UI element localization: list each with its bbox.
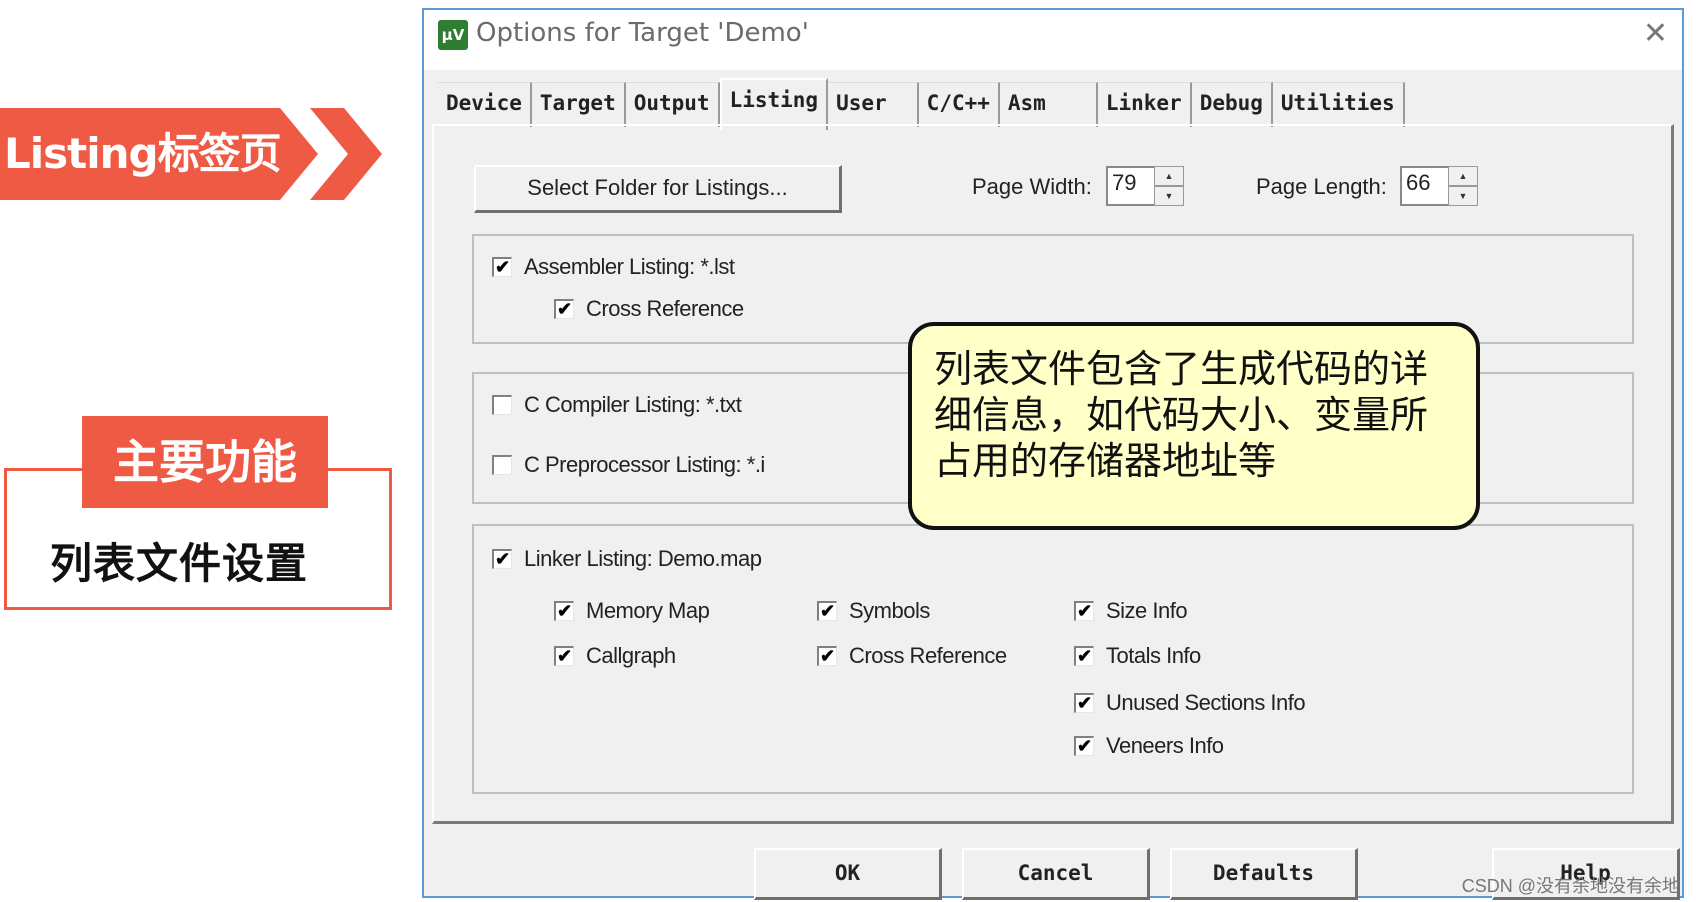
- tab-user[interactable]: User: [828, 82, 919, 127]
- ok-button[interactable]: OK: [754, 848, 942, 900]
- unused-sections-info-checkbox[interactable]: ✔ Unused Sections Info: [1074, 690, 1306, 716]
- tab-linker[interactable]: Linker: [1097, 82, 1192, 127]
- tab-asm[interactable]: Asm: [999, 82, 1098, 127]
- page-width-up-icon[interactable]: ▲: [1154, 166, 1184, 186]
- defaults-button[interactable]: Defaults: [1170, 848, 1358, 900]
- c-preprocessor-listing-label: C Preprocessor Listing: *.i: [524, 452, 765, 477]
- check-icon[interactable]: ✔: [554, 646, 574, 666]
- tab-listing[interactable]: Listing: [719, 78, 829, 130]
- c-preprocessor-listing-checkbox[interactable]: C Preprocessor Listing: *.i: [492, 452, 765, 478]
- page-width-label: Page Width:: [972, 174, 1092, 199]
- callgraph-label: Callgraph: [586, 643, 676, 668]
- totals-info-checkbox[interactable]: ✔ Totals Info: [1074, 643, 1201, 669]
- watermark: CSDN @没有余地没有余地: [1461, 876, 1680, 896]
- page-width-stepper: ▲ ▼: [1154, 166, 1184, 206]
- assembler-listing-checkbox[interactable]: ✔ Assembler Listing: *.lst: [492, 254, 735, 280]
- page-length-label: Page Length:: [1256, 174, 1387, 199]
- assembler-cross-reference-label: Cross Reference: [586, 296, 744, 321]
- linker-listing-checkbox[interactable]: ✔ Linker Listing: Demo.map: [492, 546, 762, 572]
- check-icon[interactable]: ✔: [492, 549, 512, 569]
- linker-listing-label: Linker Listing: Demo.map: [524, 546, 762, 571]
- check-icon[interactable]: ✔: [1074, 646, 1094, 666]
- symbols-checkbox[interactable]: ✔ Symbols: [817, 598, 930, 624]
- check-icon[interactable]: ✔: [554, 601, 574, 621]
- veneers-info-label: Veneers Info: [1106, 733, 1224, 758]
- tab-device[interactable]: Device: [438, 82, 532, 127]
- assembler-cross-reference-checkbox[interactable]: ✔ Cross Reference: [554, 296, 744, 322]
- select-folder-button[interactable]: Select Folder for Listings...: [474, 165, 842, 213]
- veneers-info-checkbox[interactable]: ✔ Veneers Info: [1074, 733, 1224, 759]
- check-icon[interactable]: ✔: [817, 646, 837, 666]
- page-length-input[interactable]: 66: [1400, 166, 1450, 206]
- c-compiler-listing-checkbox[interactable]: C Compiler Listing: *.txt: [492, 392, 742, 418]
- tab-utilities[interactable]: Utilities: [1272, 82, 1405, 127]
- unused-sections-info-label: Unused Sections Info: [1106, 690, 1306, 715]
- linker-cross-reference-label: Cross Reference: [849, 643, 1007, 668]
- keil-uvision-icon: μV: [438, 20, 468, 50]
- unchecked-box-icon[interactable]: [492, 395, 512, 415]
- page-length-up-icon[interactable]: ▲: [1448, 166, 1478, 186]
- window-title: Options for Target 'Demo': [476, 18, 809, 48]
- page-length-down-icon[interactable]: ▼: [1448, 186, 1478, 206]
- main-function-tag: 主要功能: [82, 416, 328, 508]
- callout-note: 列表文件包含了生成代码的详细信息，如代码大小、变量所占用的存储器地址等: [908, 322, 1480, 530]
- tab-target[interactable]: Target: [531, 82, 626, 127]
- assembler-listing-label: Assembler Listing: *.lst: [524, 254, 735, 279]
- tab-c-cpp[interactable]: C/C++: [918, 82, 1000, 127]
- tab-banner-text: Listing标签页: [4, 129, 282, 178]
- close-icon[interactable]: ✕: [1643, 16, 1668, 51]
- symbols-label: Symbols: [849, 598, 930, 623]
- check-icon[interactable]: ✔: [1074, 601, 1094, 621]
- cancel-button[interactable]: Cancel: [962, 848, 1150, 900]
- check-icon[interactable]: ✔: [1074, 736, 1094, 756]
- main-function-text: 列表文件设置: [50, 539, 309, 588]
- memory-map-label: Memory Map: [586, 598, 710, 623]
- callgraph-checkbox[interactable]: ✔ Callgraph: [554, 643, 676, 669]
- linker-cross-reference-checkbox[interactable]: ✔ Cross Reference: [817, 643, 1007, 669]
- tab-debug[interactable]: Debug: [1191, 82, 1273, 127]
- tab-strip: Device Target Output Listing User C/C++ …: [438, 78, 1405, 130]
- page-length-stepper: ▲ ▼: [1448, 166, 1478, 206]
- title-bar: μV Options for Target 'Demo' ✕: [424, 10, 1682, 70]
- check-icon[interactable]: ✔: [492, 257, 512, 277]
- tab-output[interactable]: Output: [625, 82, 720, 127]
- size-info-checkbox[interactable]: ✔ Size Info: [1074, 598, 1188, 624]
- c-compiler-listing-label: C Compiler Listing: *.txt: [524, 392, 742, 417]
- totals-info-label: Totals Info: [1106, 643, 1201, 668]
- page-width-input[interactable]: 79: [1106, 166, 1156, 206]
- page-width-down-icon[interactable]: ▼: [1154, 186, 1184, 206]
- memory-map-checkbox[interactable]: ✔ Memory Map: [554, 598, 710, 624]
- chevron-right-icon: [310, 108, 382, 200]
- check-icon[interactable]: ✔: [1074, 693, 1094, 713]
- size-info-label: Size Info: [1106, 598, 1188, 623]
- unchecked-box-icon[interactable]: [492, 455, 512, 475]
- check-icon[interactable]: ✔: [817, 601, 837, 621]
- check-icon[interactable]: ✔: [554, 299, 574, 319]
